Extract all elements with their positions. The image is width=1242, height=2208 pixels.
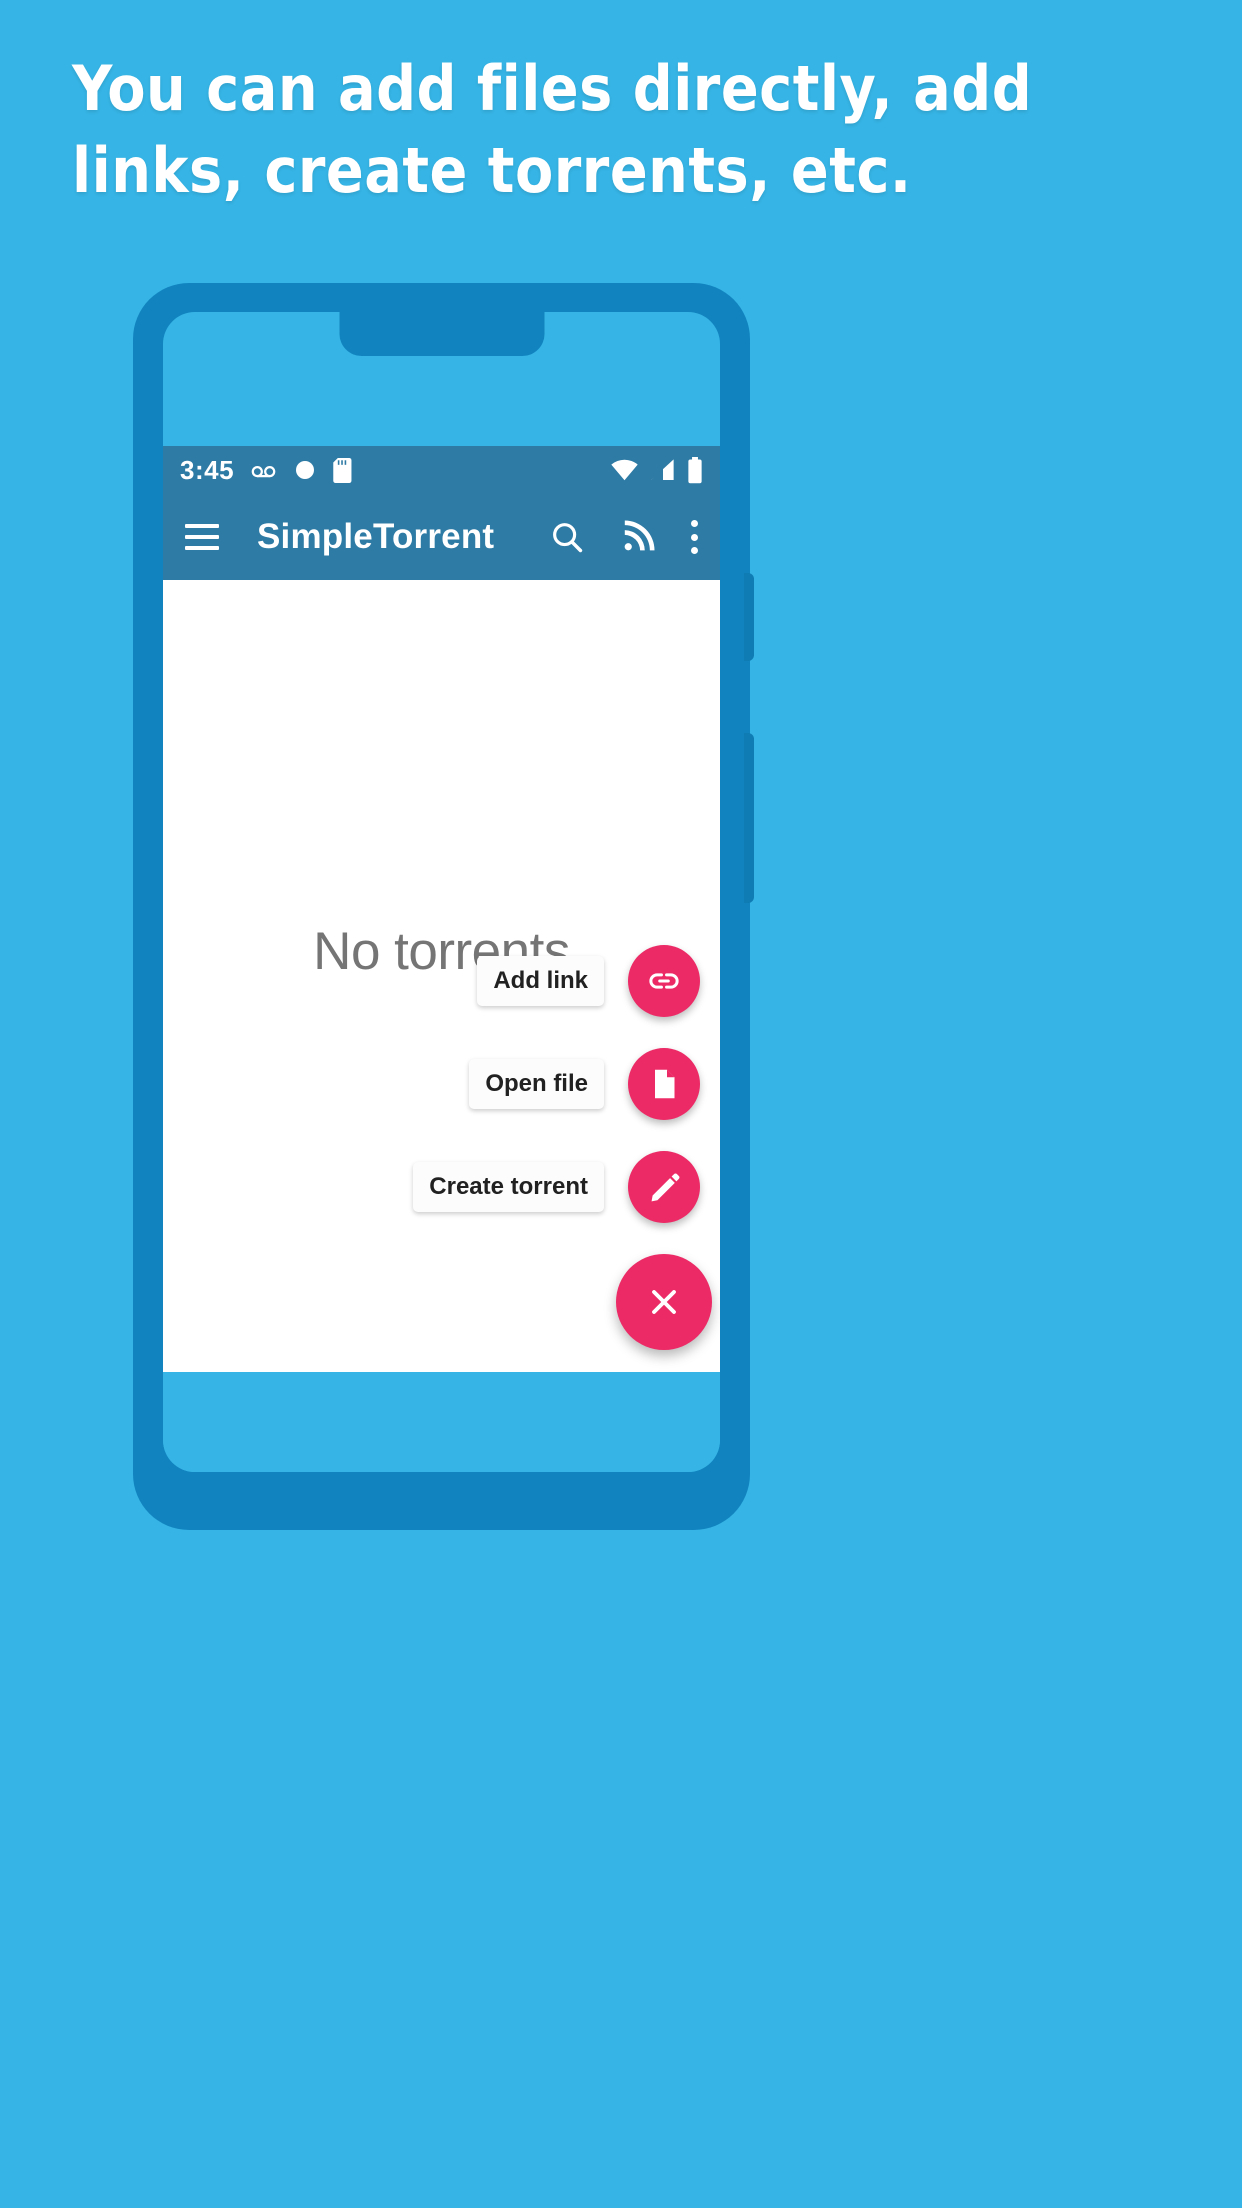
wifi-icon bbox=[611, 459, 638, 481]
add-link-fab[interactable] bbox=[628, 945, 700, 1017]
headline-line-1: You can add files directly, add bbox=[72, 52, 1033, 125]
promo-headline: You can add files directly, add links, c… bbox=[72, 58, 1142, 202]
link-icon bbox=[649, 973, 679, 989]
speed-dial-label-open-file: Open file bbox=[469, 1059, 604, 1109]
speed-dial-action-create-torrent[interactable]: Create torrent bbox=[413, 1151, 700, 1223]
device-side-button-volume bbox=[744, 573, 754, 661]
speed-dial-toggle-fab[interactable] bbox=[616, 1254, 712, 1350]
speed-dial-label-add-link: Add link bbox=[477, 956, 604, 1006]
pencil-icon bbox=[651, 1172, 679, 1201]
battery-icon bbox=[688, 456, 702, 483]
close-icon bbox=[652, 1290, 676, 1314]
sd-card-icon bbox=[333, 457, 352, 483]
status-bar-clock: 3:45 bbox=[180, 455, 235, 485]
speed-dial-label-create-torrent: Create torrent bbox=[413, 1162, 604, 1212]
voicemail-icon bbox=[251, 465, 276, 477]
file-document-icon bbox=[655, 1069, 675, 1099]
cell-signal-icon bbox=[651, 459, 674, 481]
rss-feed-icon[interactable] bbox=[620, 519, 656, 555]
search-icon[interactable] bbox=[548, 518, 586, 556]
overflow-menu-icon[interactable] bbox=[690, 520, 698, 554]
app-bar-actions bbox=[548, 518, 698, 556]
phone-screen: 3:45 SimpleTorrent No torrents Add link … bbox=[163, 312, 720, 1472]
device-side-button-power bbox=[744, 733, 754, 903]
status-bar-right bbox=[610, 456, 703, 484]
speed-dial-menu: Add link Open file Create torrent bbox=[413, 945, 712, 1350]
speed-dial-action-add-link[interactable]: Add link bbox=[477, 945, 700, 1017]
app-viewport: 3:45 SimpleTorrent No torrents Add link … bbox=[163, 446, 720, 1372]
status-bar-left: 3:45 bbox=[180, 457, 354, 484]
create-torrent-fab[interactable] bbox=[628, 1151, 700, 1223]
screen-bottom-fill bbox=[163, 1372, 720, 1472]
status-bar: 3:45 bbox=[163, 446, 720, 494]
phone-device-frame: 3:45 SimpleTorrent No torrents Add link … bbox=[133, 283, 754, 1530]
circle-icon bbox=[296, 461, 315, 479]
page-title: SimpleTorrent bbox=[257, 517, 495, 556]
speed-dial-action-open-file[interactable]: Open file bbox=[469, 1048, 700, 1120]
app-bar: SimpleTorrent bbox=[163, 494, 720, 580]
open-file-fab[interactable] bbox=[628, 1048, 700, 1120]
phone-notch bbox=[339, 312, 544, 356]
torrent-list-area: No torrents Add link Open file Create to… bbox=[163, 580, 720, 1372]
headline-line-2: links, create torrents, etc. bbox=[72, 134, 912, 207]
hamburger-menu-icon[interactable] bbox=[185, 524, 219, 550]
